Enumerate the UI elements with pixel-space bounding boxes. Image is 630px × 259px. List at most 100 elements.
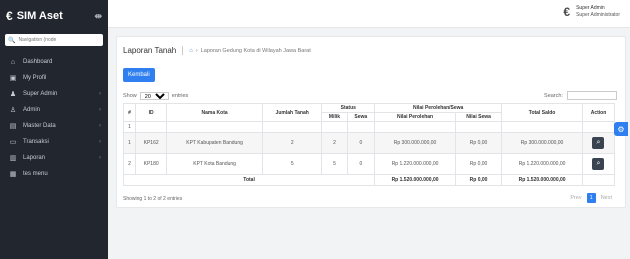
col-nilai-perolehan[interactable]: Nilai Perolehan [374,112,456,122]
filter-cell[interactable] [321,121,348,133]
cell-id: KP162 [135,132,168,154]
page-1-button[interactable]: 1 [586,193,596,203]
sidebar: € SIM Aset ⇹ 🔍 ⌂ Dashboard ▣ My Profil ♟… [0,0,108,259]
filter-cell[interactable] [135,121,168,133]
sidebar-item-transaksi[interactable]: ▭ Transaksi ‹ [0,134,108,150]
col-no[interactable]: # [122,103,137,122]
file-icon: ▦ [9,171,17,178]
sidebar-item-label: tes menu [23,171,48,177]
cell-no: 1 [122,132,137,154]
col-kota[interactable]: Nama Kota [166,103,263,122]
view-detail-button[interactable]: ⌕ [592,137,605,149]
col-jumlah[interactable]: Jumlah Tanah [261,103,323,122]
main-content: Laporan Tanah ⌂ › Laporan Gedung Kota di… [108,28,630,259]
col-sewa[interactable]: Sewa [346,112,376,122]
sidebar-item-tes-menu[interactable]: ▦ tes menu [0,166,108,182]
entries-select[interactable]: 20 [139,92,169,100]
table-row: 1 KP162 KPT Kabupaten Bandung 2 2 0 Rp 3… [122,132,616,154]
user-icon: ♙ [9,107,17,114]
brand-logo-icon: € [6,9,13,23]
cell-nilai-perolehan: Rp 1.220.000.000,00 [374,153,456,175]
id-card-icon: ▣ [9,75,17,82]
cell-no: 2 [122,153,137,175]
total-empty [581,174,616,186]
sidebar-search-input[interactable] [18,37,99,43]
table-row: 2 KP180 KPT Kota Bandung 5 5 0 Rp 1.220.… [122,153,616,175]
pagination: Prev 1 Next [567,193,615,203]
total-row: Total Rp 1.520.000.000,00 Rp 0,00 Rp 1.5… [122,174,616,186]
back-button[interactable]: Kembali [123,68,155,82]
sidebar-item-label: Transaksi [23,139,49,145]
sidebar-item-label: Master Data [23,123,56,129]
gear-icon: ⚙ [617,124,625,134]
col-nilai-sewa[interactable]: Nilai Sewa [454,112,503,122]
filter-cell[interactable] [501,121,583,133]
cell-kota: KPT Kabupaten Bandung [166,132,263,154]
header-divider [182,46,184,55]
sidebar-item-label: Admin [23,107,41,113]
breadcrumb-current: Laporan Gedung Kota di Wilayah Jawa Bara… [200,47,311,54]
chevron-left-icon: ‹ [99,123,101,129]
cell-id: KP180 [135,153,168,175]
report-card: Laporan Tanah ⌂ › Laporan Gedung Kota di… [116,36,626,208]
cell-total-saldo: Rp 1.220.000.000,00 [501,153,583,175]
magnifier-icon: ⌕ [596,160,601,167]
total-saldo: Rp 1.520.000.000,00 [501,174,583,186]
cell-milik-link[interactable]: 2 [321,132,348,154]
chevron-right-icon: › [195,47,198,54]
view-detail-button[interactable]: ⌕ [592,158,605,170]
prev-button[interactable]: Prev [567,195,584,201]
cell-nilai-sewa: Rp 0,00 [454,153,503,175]
sidebar-item-dashboard[interactable]: ⌂ Dashboard [0,54,108,70]
sidebar-toggle-icon[interactable]: ⇹ [94,11,102,22]
sidebar-item-my-profil[interactable]: ▣ My Profil [0,70,108,86]
next-button[interactable]: Next [598,195,615,201]
chevron-left-icon: ‹ [99,155,101,161]
home-icon: ⌂ [10,58,16,66]
database-icon: ▤ [9,123,17,130]
filter-cell[interactable] [261,121,323,133]
col-total-saldo[interactable]: Total Saldo [501,103,583,122]
filter-cell[interactable] [346,121,376,133]
entries-control: Show 20 entries [123,92,188,100]
sidebar-item-master-data[interactable]: ▤ Master Data ‹ [0,118,108,134]
sidebar-item-label: Laporan [23,155,46,161]
user-role: Super Administrator [576,12,620,18]
table-search-input[interactable] [567,91,617,100]
col-id[interactable]: ID [135,103,168,122]
users-icon: ♟ [9,91,17,98]
cell-nilai-sewa: Rp 0,00 [454,132,503,154]
brand-name: SIM Aset [16,10,63,22]
chevron-left-icon: ‹ [99,91,101,97]
col-status: Status [321,103,376,113]
brand[interactable]: € SIM Aset ⇹ [0,0,108,32]
cell-total-saldo: Rp 300.000.000,00 [501,132,583,154]
user-name: Super Admin [576,5,605,11]
cell-jumlah: 2 [261,132,323,154]
filter-cell[interactable]: 1 [122,121,137,133]
sidebar-item-laporan[interactable]: ▥ Laporan ‹ [0,150,108,166]
sidebar-search[interactable]: 🔍 [5,34,103,46]
magnifier-icon: ⌕ [596,139,601,146]
cell-jumlah: 5 [261,153,323,175]
user-menu[interactable]: € Super Admin Super Administrator [563,5,620,19]
settings-float-button[interactable]: ⚙ [614,122,628,136]
filter-cell[interactable] [166,121,263,133]
sidebar-item-label: Dashboard [23,59,53,65]
filter-cell[interactable] [374,121,456,133]
show-label: Show [123,93,137,99]
page-header: Laporan Tanah ⌂ › Laporan Gedung Kota di… [123,46,311,55]
filter-cell[interactable] [454,121,503,133]
cell-milik-link[interactable]: 5 [321,153,348,175]
cell-sewa-link[interactable]: 0 [346,153,376,175]
chevron-left-icon: ‹ [99,139,101,145]
home-icon[interactable]: ⌂ [189,48,193,54]
cell-sewa-link[interactable]: 0 [346,132,376,154]
search-icon: 🔍 [8,37,16,44]
sidebar-item-admin[interactable]: ♙ Admin ‹ [0,102,108,118]
total-nilai-sewa: Rp 0,00 [454,174,503,186]
col-milik[interactable]: Milik [321,112,348,122]
sidebar-item-label: Super Admin [23,91,58,97]
filter-row: 1 [122,121,616,133]
sidebar-item-super-admin[interactable]: ♟ Super Admin ‹ [0,86,108,102]
